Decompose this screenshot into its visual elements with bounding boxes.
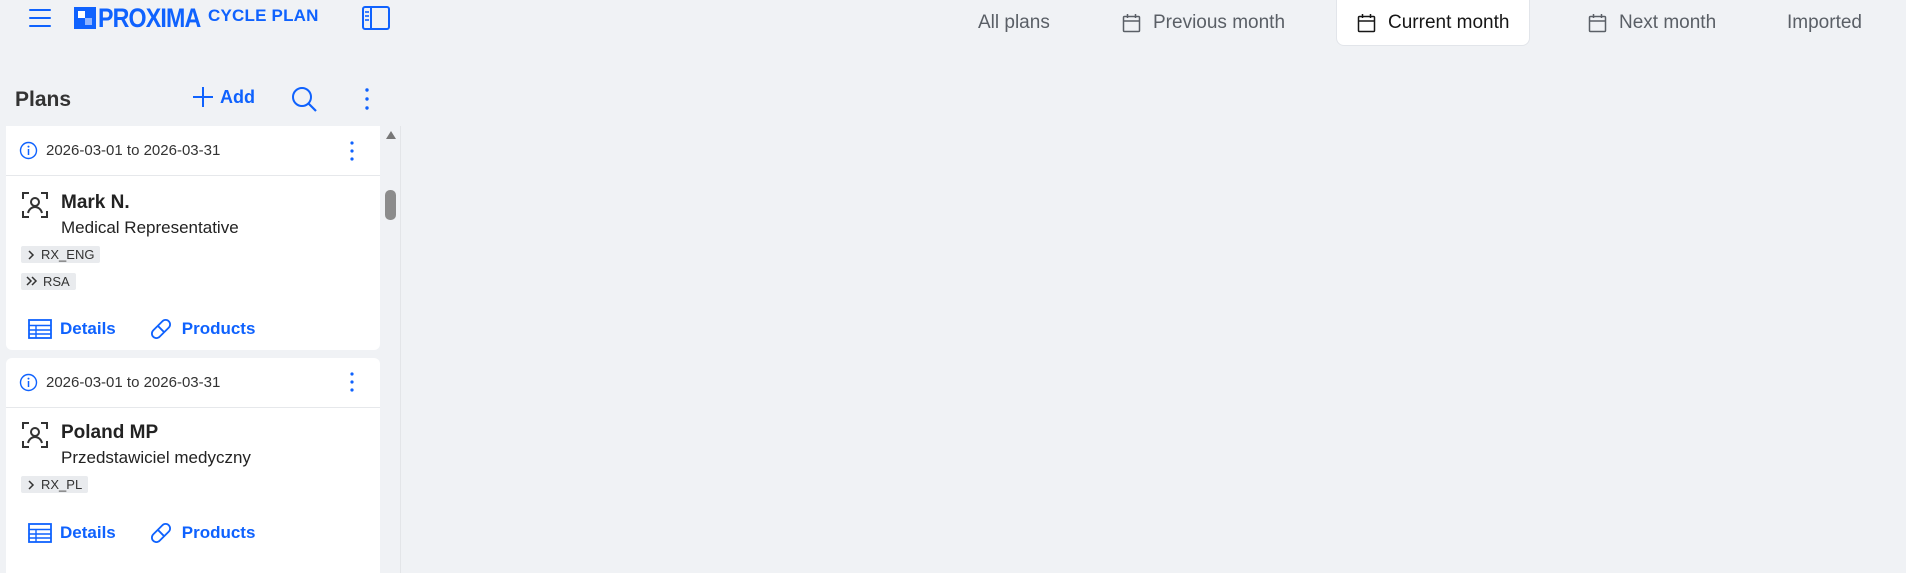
tag-label: RX_PL	[41, 477, 83, 492]
user-profile-icon	[22, 192, 48, 218]
pill-icon	[150, 522, 171, 543]
plan-period: 2026-03-01 to 2026-03-31	[46, 374, 221, 391]
plan-period: 2026-03-01 to 2026-03-31	[46, 142, 221, 159]
search-icon[interactable]	[290, 85, 318, 113]
plan-card-actions: Details Products	[6, 316, 380, 342]
calendar-icon	[1122, 14, 1141, 33]
plus-icon	[193, 87, 213, 107]
tab-label: Imported	[1787, 12, 1862, 33]
calendar-icon	[1588, 14, 1607, 33]
person-role: Medical Representative	[61, 218, 239, 237]
plans-scrollbar[interactable]	[381, 126, 400, 573]
tag-label: RX_ENG	[41, 247, 95, 262]
person-name: Mark N.	[61, 192, 130, 213]
tab-imported[interactable]: Imported	[1787, 0, 1862, 46]
tag-row: RSA	[6, 272, 380, 293]
person-name: Poland MP	[61, 422, 159, 443]
region-tag: RSA	[21, 272, 76, 290]
chevron-right-icon	[28, 479, 35, 490]
plan-card-header: 2026-03-01 to 2026-03-31	[6, 358, 380, 408]
user-profile-icon	[22, 422, 48, 448]
tag-row: RX_ENG	[6, 246, 380, 266]
add-label: Add	[220, 86, 255, 107]
territory-tag: RX_ENG	[21, 246, 101, 263]
app-header: PROXIMA CYCLE PLAN All plans Previous mo…	[0, 0, 1906, 46]
products-button[interactable]: Products	[148, 316, 256, 342]
add-plan-button[interactable]: Add	[192, 86, 255, 108]
plans-toolbar: Plans Add	[15, 84, 390, 114]
sidebar-panel-icon[interactable]	[361, 5, 391, 31]
more-vertical-icon[interactable]	[362, 85, 372, 113]
table-icon	[28, 319, 52, 339]
info-icon	[19, 141, 38, 160]
tab-all-plans[interactable]: All plans	[978, 0, 1050, 46]
tab-label: Current month	[1388, 11, 1510, 33]
plan-person: Poland MP Przedstawiciel medyczny	[6, 408, 380, 468]
plan-person: Mark N. Medical Representative	[6, 176, 380, 238]
person-role: Przedstawiciel medyczny	[61, 448, 251, 467]
pill-icon	[150, 319, 171, 339]
products-label: Products	[181, 319, 256, 338]
details-button[interactable]: Details	[28, 319, 116, 339]
plans-list: 2026-03-01 to 2026-03-31 Mark N. Medical…	[6, 126, 380, 573]
plan-card[interactable]: 2026-03-01 to 2026-03-31 Mark N. Medical…	[6, 126, 380, 350]
proxima-logo: PROXIMA	[74, 2, 217, 33]
logo-text: PROXIMA	[98, 2, 201, 33]
tag-row: RX_PL	[6, 476, 380, 496]
tab-current-month[interactable]: Current month	[1336, 0, 1531, 46]
tab-label: Previous month	[1153, 12, 1286, 33]
table-icon	[28, 522, 52, 543]
panel-divider	[400, 126, 401, 573]
plan-card-actions: Details Products	[6, 520, 380, 546]
products-button[interactable]: Products	[148, 520, 256, 546]
double-chevron-right-icon	[26, 276, 38, 286]
tab-previous-month[interactable]: Previous month	[1122, 0, 1285, 46]
chevron-right-icon	[28, 249, 35, 260]
plan-card[interactable]: 2026-03-01 to 2026-03-31 Poland MP Przed…	[6, 358, 380, 573]
products-label: Products	[181, 522, 256, 542]
scroll-up-arrow-icon[interactable]	[386, 131, 396, 139]
logo-mark-icon	[74, 7, 96, 29]
tag-label: RSA	[43, 273, 70, 289]
plan-card-header: 2026-03-01 to 2026-03-31	[6, 126, 380, 176]
tab-next-month[interactable]: Next month	[1588, 0, 1716, 46]
details-button[interactable]: Details	[28, 523, 116, 543]
details-label: Details	[60, 522, 116, 542]
territory-tag: RX_PL	[21, 476, 89, 493]
info-icon	[19, 373, 38, 392]
tab-label: Next month	[1619, 12, 1717, 33]
tab-label: All plans	[978, 12, 1050, 33]
plans-title: Plans	[15, 88, 72, 111]
hamburger-icon[interactable]	[28, 6, 52, 30]
scroll-thumb[interactable]	[385, 190, 396, 220]
details-label: Details	[60, 319, 116, 338]
app-name: CYCLE PLAN	[208, 6, 319, 25]
calendar-icon	[1357, 13, 1376, 32]
more-vertical-icon[interactable]	[348, 139, 356, 163]
more-vertical-icon[interactable]	[348, 370, 356, 394]
